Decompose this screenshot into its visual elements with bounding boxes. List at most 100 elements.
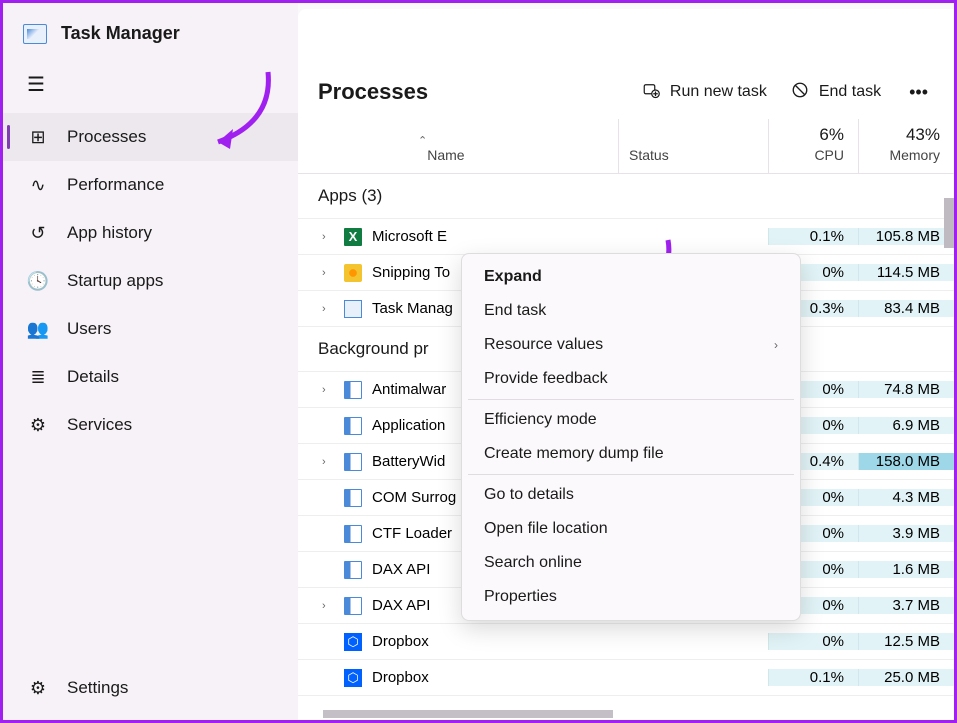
sidebar-item-users[interactable]: 👥 Users	[3, 305, 298, 353]
group-header: Apps (3)	[298, 174, 954, 219]
memory-cell: 3.7 MB	[858, 597, 954, 614]
performance-icon: ∿	[27, 174, 49, 196]
menu-item-resource-values[interactable]: Resource values›	[468, 328, 794, 362]
users-icon: 👥	[27, 318, 49, 340]
end-task-button[interactable]: End task	[791, 81, 881, 104]
column-memory[interactable]: 43% Memory	[858, 119, 954, 173]
column-name[interactable]: ⌃ Name	[298, 119, 618, 173]
memory-cell: 105.8 MB	[858, 228, 954, 245]
menu-item-end-task[interactable]: End task	[468, 294, 794, 328]
menu-separator	[468, 399, 794, 400]
cpu-cell: 0.1%	[768, 228, 858, 245]
menu-item-create-memory-dump-file[interactable]: Create memory dump file	[468, 437, 794, 471]
process-name: Antimalwar	[372, 381, 446, 398]
app-logo-row: Task Manager	[3, 11, 298, 62]
menu-item-provide-feedback[interactable]: Provide feedback	[468, 362, 794, 396]
gear-icon: ⚙	[27, 677, 49, 699]
process-name: Dropbox	[372, 669, 429, 686]
process-name: BatteryWid	[372, 453, 445, 470]
menu-item-search-online[interactable]: Search online	[468, 546, 794, 580]
menu-item-label: Provide feedback	[484, 370, 608, 388]
end-task-icon	[791, 81, 809, 104]
sidebar-item-label: Startup apps	[67, 271, 163, 291]
process-name: Snipping To	[372, 264, 450, 281]
run-new-task-button[interactable]: Run new task	[642, 81, 767, 104]
cpu-cell: 0.1%	[768, 669, 858, 686]
run-task-icon	[642, 81, 660, 104]
more-options-button[interactable]: •••	[905, 82, 932, 103]
menu-item-open-file-location[interactable]: Open file location	[468, 512, 794, 546]
process-name: Task Manag	[372, 300, 453, 317]
memory-cell: 83.4 MB	[858, 300, 954, 317]
sidebar-item-services[interactable]: ⚙Services	[3, 401, 298, 449]
sidebar-item-details[interactable]: ≣ Details	[3, 353, 298, 401]
memory-cell: 12.5 MB	[858, 633, 954, 650]
app-history-icon: ↺	[27, 222, 49, 244]
hamburger-icon: ☰	[27, 74, 45, 96]
sidebar-item-label: Processes	[67, 127, 146, 147]
process-name: CTF Loader	[372, 525, 452, 542]
menu-item-expand[interactable]: Expand	[468, 260, 794, 294]
run-new-task-label: Run new task	[670, 83, 767, 101]
chevron-right-icon[interactable]: ›	[322, 384, 334, 396]
memory-cell: 25.0 MB	[858, 669, 954, 686]
sidebar-item-startup-apps[interactable]: 🕓 Startup apps	[3, 257, 298, 305]
process-name-cell: ⬡ Dropbox	[298, 669, 618, 687]
menu-item-label: Go to details	[484, 486, 574, 504]
startup-apps-icon: 🕓	[27, 270, 49, 292]
process-name: Dropbox	[372, 633, 429, 650]
memory-cell: 74.8 MB	[858, 381, 954, 398]
memory-cell: 3.9 MB	[858, 525, 954, 542]
sidebar: Task Manager ☰ ⊞Processes ∿ Performance ↺Ap…	[3, 3, 298, 720]
memory-cell: 114.5 MB	[858, 264, 954, 281]
memory-cell: 1.6 MB	[858, 561, 954, 578]
menu-item-label: Resource values	[484, 336, 603, 354]
chevron-right-icon[interactable]: ›	[322, 231, 334, 243]
vertical-scrollbar[interactable]	[944, 198, 954, 248]
task-manager-icon	[23, 24, 47, 44]
horizontal-scrollbar[interactable]	[323, 710, 613, 718]
context-menu: Expand End task Resource values› Provide fe…	[461, 253, 801, 621]
sort-indicator-icon: ⌃	[418, 134, 427, 147]
column-headers: ⌃ Name Status 6% CPU 43% Memory	[298, 119, 954, 174]
column-cpu[interactable]: 6% CPU	[768, 119, 858, 173]
sidebar-item-processes[interactable]: ⊞Processes	[3, 113, 298, 161]
menu-item-label: Expand	[484, 268, 542, 286]
process-name: Application	[372, 417, 445, 434]
chevron-right-icon[interactable]: ›	[322, 600, 334, 612]
column-status[interactable]: Status	[618, 119, 768, 173]
sidebar-item-label: Services	[67, 415, 132, 435]
sidebar-item-label: Users	[67, 319, 111, 339]
menu-item-label: Open file location	[484, 520, 608, 538]
menu-item-label: End task	[484, 302, 546, 320]
menu-item-label: Search online	[484, 554, 582, 572]
menu-item-label: Create memory dump file	[484, 445, 664, 463]
page-title: Processes	[318, 79, 428, 105]
memory-cell: 158.0 MB	[858, 453, 954, 470]
chevron-right-icon[interactable]: ›	[322, 303, 334, 315]
hamburger-button[interactable]: ☰	[3, 62, 298, 113]
memory-cell: 4.3 MB	[858, 489, 954, 506]
process-name-cell: ⬡ Dropbox	[298, 633, 618, 651]
sidebar-item-app-history[interactable]: ↺App history	[3, 209, 298, 257]
menu-item-properties[interactable]: Properties	[468, 580, 794, 614]
details-icon: ≣	[27, 366, 49, 388]
sidebar-item-performance[interactable]: ∿ Performance	[3, 161, 298, 209]
menu-item-efficiency-mode[interactable]: Efficiency mode	[468, 403, 794, 437]
sidebar-item-label: Details	[67, 367, 119, 387]
sidebar-item-label: Settings	[67, 678, 128, 698]
end-task-label: End task	[819, 83, 881, 101]
table-row[interactable]: ⬡ Dropbox 0.1% 25.0 MB	[298, 660, 954, 696]
chevron-right-icon[interactable]: ›	[322, 456, 334, 468]
memory-cell: 6.9 MB	[858, 417, 954, 434]
sidebar-item-label: Performance	[67, 175, 164, 195]
table-row[interactable]: ⬡ Dropbox 0% 12.5 MB	[298, 624, 954, 660]
process-name: COM Surrog	[372, 489, 456, 506]
menu-item-go-to-details[interactable]: Go to details	[468, 478, 794, 512]
process-name: Microsoft E	[372, 228, 447, 245]
chevron-right-icon[interactable]: ›	[322, 267, 334, 279]
more-icon: •••	[909, 82, 928, 103]
table-row[interactable]: › X Microsoft E 0.1% 105.8 MB	[298, 219, 954, 255]
sidebar-item-settings[interactable]: ⚙ Settings	[3, 664, 298, 712]
app-title: Task Manager	[61, 23, 180, 44]
